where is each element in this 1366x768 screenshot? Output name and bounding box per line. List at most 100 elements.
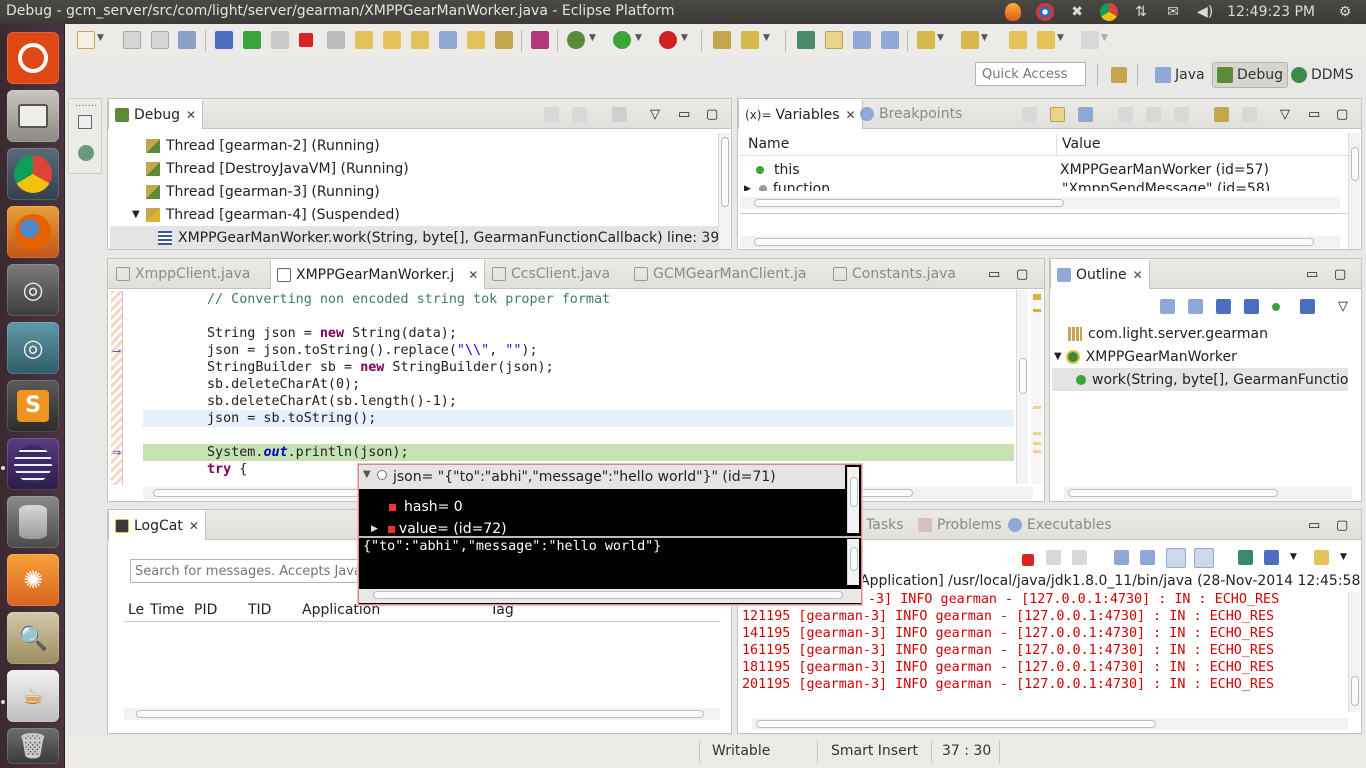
app-launcher-icon-1[interactable]: ◎	[7, 264, 59, 316]
power-gear-icon[interactable]: ⚙	[1334, 1, 1356, 23]
logcat-search-input[interactable]	[130, 559, 390, 583]
previous-annotation-icon[interactable]	[961, 31, 979, 49]
console-scrollbar[interactable]	[1348, 592, 1360, 712]
clear-console-icon[interactable]	[1114, 550, 1129, 565]
edit-icon[interactable]	[1242, 107, 1257, 122]
back-dropdown-icon[interactable]: ▼	[1057, 33, 1064, 43]
network-app-icon[interactable]	[1034, 1, 1056, 23]
outline-hscroll[interactable]	[1064, 487, 1352, 499]
open-console-dropdown-icon[interactable]: ▼	[1340, 552, 1347, 562]
collapse-all-icon[interactable]	[1078, 107, 1093, 122]
maximize-icon[interactable]: ▢	[1336, 107, 1348, 122]
quick-access-input[interactable]	[975, 62, 1086, 86]
remove-all-icon[interactable]	[1174, 107, 1189, 122]
close-icon[interactable]: ✕	[186, 108, 196, 122]
skip-breakpoints-icon[interactable]	[215, 31, 233, 49]
code-line[interactable]: try {	[207, 461, 247, 478]
save-all-icon[interactable]	[151, 31, 169, 49]
remove-launch-icon[interactable]	[1046, 550, 1061, 565]
chrome-launcher-icon[interactable]	[7, 148, 59, 200]
outline-class-row[interactable]: ▼ XMPPGearManWorker	[1054, 345, 1237, 368]
firefox-icon[interactable]	[7, 206, 59, 258]
external-tools-icon[interactable]	[659, 31, 677, 49]
pinned-view-icon[interactable]	[78, 145, 94, 161]
open-type-icon[interactable]	[713, 31, 731, 49]
stack-frame-row[interactable]: XMPPGearManWorker.work(String, byte[], G…	[110, 226, 719, 249]
tab-xmppgearmanworker[interactable]: XMPPGearManWorker.j ✕	[270, 259, 486, 289]
close-icon[interactable]: ✕	[1133, 268, 1143, 282]
instruction-pointer-icon[interactable]: ⇒	[112, 446, 121, 459]
maximize-icon[interactable]: ▢	[1016, 267, 1028, 282]
tab-tasks[interactable]: Tasks	[860, 510, 910, 540]
view-menu-icon[interactable]: ▽	[1280, 107, 1290, 122]
clock[interactable]: 12:49:23 PM	[1227, 4, 1315, 20]
restore-icon[interactable]	[78, 115, 92, 129]
outline-method-row[interactable]: work(String, byte[], GearmanFunctionC	[1052, 368, 1348, 391]
collapse-all-icon[interactable]	[1160, 299, 1175, 314]
new-icon[interactable]	[77, 31, 95, 49]
mark-occurrences-icon[interactable]	[825, 31, 843, 49]
run-dropdown-icon[interactable]: ▼	[635, 33, 642, 43]
show-whitespace-icon[interactable]	[881, 31, 899, 49]
image-viewer-icon[interactable]: 🔍	[7, 612, 59, 664]
breakpoint-marker-icon[interactable]: ⇀	[112, 345, 121, 358]
code-line[interactable]: sb.deleteCharAt(sb.length()-1);	[207, 393, 457, 410]
sublime-text-icon[interactable]: S	[7, 380, 59, 432]
code-line[interactable]: json = json.toString().replace("\\", "")…	[207, 342, 538, 359]
tab-breakpoints[interactable]: Breakpoints	[854, 99, 968, 129]
variables-scrollbar[interactable]	[1348, 133, 1360, 249]
trash-icon[interactable]: 🗑	[7, 728, 59, 764]
inspect-detail-text[interactable]: {"to":"abhi","message":"hello world"}	[363, 539, 661, 554]
ubuntu-dash-icon[interactable]	[7, 32, 59, 84]
maximize-icon[interactable]: ▢	[1334, 267, 1346, 282]
search-dropdown-icon[interactable]: ▼	[763, 33, 770, 43]
run-icon[interactable]	[613, 31, 631, 49]
terminate-icon[interactable]	[1022, 554, 1034, 566]
code-line[interactable]: System.out.println(json);	[207, 444, 409, 461]
column-header-time[interactable]: Time	[150, 602, 184, 618]
hide-non-public-icon[interactable]	[1272, 303, 1280, 311]
tab-ccsclient[interactable]: CcsClient.java	[486, 259, 616, 289]
disconnect-icon[interactable]	[327, 31, 345, 49]
flame-indicator-icon[interactable]	[1002, 1, 1024, 23]
remove-all-expressions-icon[interactable]	[1146, 107, 1161, 122]
step-filters-icon[interactable]	[612, 107, 627, 122]
open-console-icon[interactable]	[1314, 550, 1329, 565]
code-line[interactable]: String json = new String(data);	[207, 325, 457, 342]
step-over-icon[interactable]	[383, 31, 401, 49]
thread-row-suspended[interactable]: ▼ Thread [gearman-4] (Suspended)	[132, 203, 400, 226]
variables-hscroll[interactable]	[740, 197, 1340, 209]
thread-row[interactable]: Thread [DestroyJavaVM] (Running)	[146, 157, 409, 180]
forward-dropdown-icon[interactable]: ▼	[1101, 33, 1108, 43]
column-header-name[interactable]: Name	[748, 136, 789, 152]
collapse-arrow-icon[interactable]: ▼	[132, 209, 140, 220]
minimize-icon[interactable]: ▭	[1308, 518, 1320, 533]
close-icon[interactable]: ✕	[468, 268, 478, 282]
hide-local-types-icon[interactable]	[1300, 299, 1315, 314]
open-console-icon[interactable]	[531, 31, 549, 49]
inspect-detail-scrollbar[interactable]	[847, 539, 859, 585]
tab-variables[interactable]: (x)= Variables ✕	[738, 99, 863, 129]
step-into-icon[interactable]	[355, 31, 373, 49]
column-header-pid[interactable]: PID	[194, 602, 217, 618]
debug-scrollbar[interactable]	[718, 133, 730, 249]
block-selection-icon[interactable]	[853, 31, 871, 49]
files-icon[interactable]	[7, 90, 59, 142]
tab-debug[interactable]: Debug ✕	[108, 99, 204, 129]
show-logical-structure-icon[interactable]	[1050, 107, 1065, 122]
step-filter-icon[interactable]	[495, 31, 513, 49]
remove-all-terminated-icon[interactable]	[572, 107, 587, 122]
external-tools-dropdown-icon[interactable]: ▼	[681, 33, 688, 43]
code-line[interactable]: StringBuilder sb = new StringBuilder(jso…	[207, 359, 554, 376]
tab-gcmgearmanclient[interactable]: GCMGearManClient.ja	[628, 259, 812, 289]
tab-constants[interactable]: Constants.java	[827, 259, 962, 289]
last-edit-location-icon[interactable]	[1009, 31, 1027, 49]
debug-dropdown-icon[interactable]: ▼	[589, 33, 596, 43]
code-line[interactable]: json = sb.toString();	[207, 410, 376, 427]
drop-to-frame-icon[interactable]	[439, 31, 457, 49]
outline-package-row[interactable]: com.light.server.gearman	[1068, 322, 1268, 345]
thread-row[interactable]: Thread [gearman-3] (Running)	[146, 180, 380, 203]
network-updown-icon[interactable]: ⇅	[1130, 1, 1152, 23]
show-on-stdout-icon[interactable]	[1166, 548, 1186, 568]
view-menu-icon[interactable]: ▽	[1338, 299, 1348, 314]
